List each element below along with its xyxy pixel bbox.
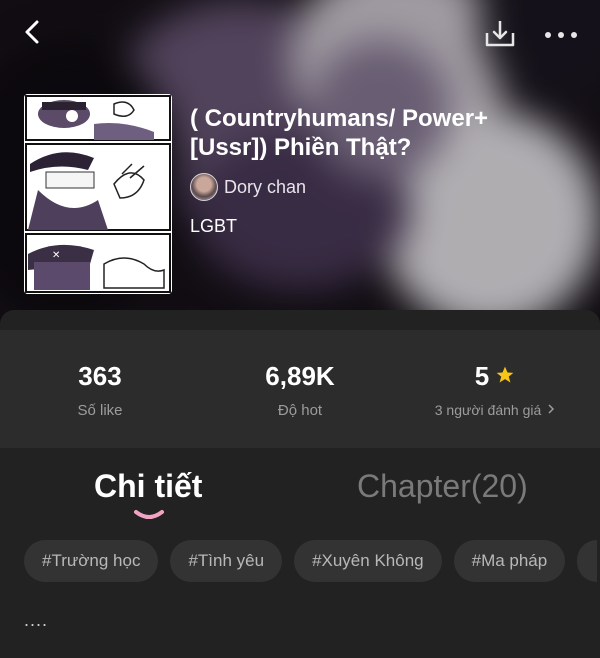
story-header: ✕ ( Countryhumans/ Power+[Ussr]) Phiền T… — [0, 0, 600, 330]
tag-list: #Trường học #Tình yêu #Xuyên Không #Ma p… — [24, 540, 598, 582]
author-avatar[interactable] — [190, 173, 218, 201]
story-description: .... — [24, 610, 49, 630]
back-arrow-icon[interactable] — [14, 14, 50, 50]
rating-row: 5 — [420, 360, 570, 392]
rating-count-label[interactable]: 3 người đánh giá — [435, 402, 542, 418]
stat-hot: 6,89K Độ hot — [240, 360, 360, 419]
tag-chip-partial[interactable] — [577, 540, 598, 582]
more-dots-icon[interactable] — [536, 18, 586, 52]
tag-chip[interactable]: #Trường học — [24, 540, 159, 582]
active-tab-indicator — [132, 508, 166, 527]
chevron-right-icon — [547, 402, 555, 418]
hot-label: Độ hot — [277, 402, 323, 419]
star-icon — [495, 360, 515, 392]
svg-text:✕: ✕ — [52, 250, 60, 261]
tab-chapters[interactable]: Chapter(20) — [357, 468, 528, 505]
rating-count-link[interactable]: 3 người đánh giá — [420, 402, 570, 418]
tag-chip[interactable]: #Ma pháp — [453, 540, 566, 582]
story-cover-image[interactable]: ✕ — [24, 94, 172, 294]
likes-count: 363 — [78, 361, 122, 391]
author-name[interactable]: Dory chan — [224, 177, 306, 198]
hot-count: 6,89K — [265, 361, 335, 391]
likes-label: Số like — [77, 402, 123, 419]
stat-rating[interactable]: 5 3 người đánh giá — [420, 360, 570, 418]
tag-chip[interactable]: #Xuyên Không — [294, 540, 442, 582]
tab-details[interactable]: Chi tiết — [94, 468, 202, 505]
tag-chip[interactable]: #Tình yêu — [170, 540, 283, 582]
story-genre: LGBT — [190, 216, 238, 236]
tab-bar: Chi tiết Chapter(20) — [0, 460, 600, 530]
rating-value: 5 — [474, 361, 490, 391]
stat-likes: 363 Số like — [40, 360, 160, 419]
stats-card: 363 Số like 6,89K Độ hot 5 3 người đánh … — [0, 330, 600, 448]
download-icon[interactable] — [480, 14, 520, 54]
story-title: ( Countryhumans/ Power+[Ussr]) Phiền Thậ… — [190, 105, 489, 161]
author-row[interactable]: Dory chan — [190, 173, 306, 201]
